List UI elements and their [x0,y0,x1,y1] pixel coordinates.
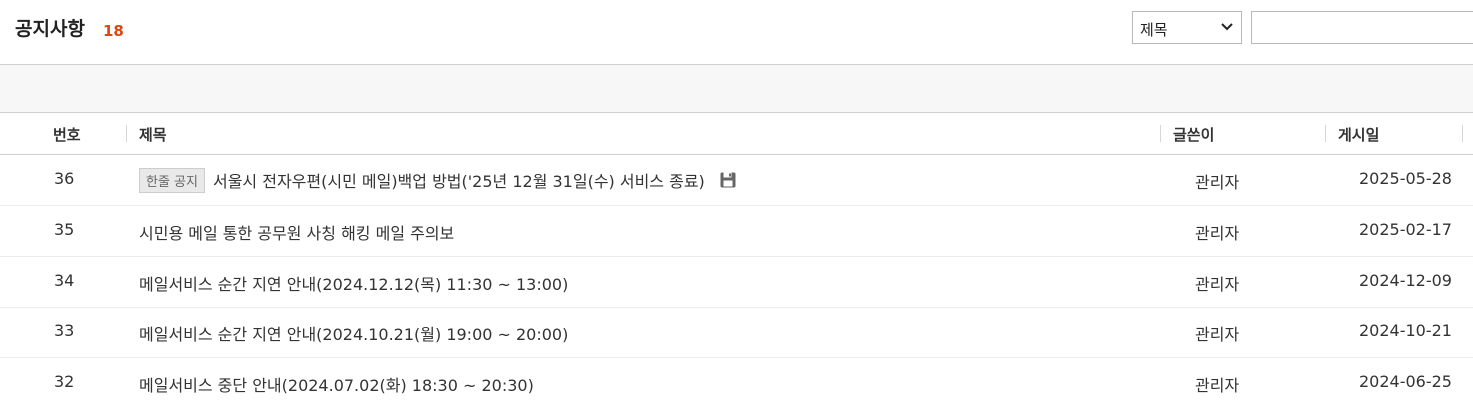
floppy-disk-icon[interactable] [719,171,737,189]
post-subject-text[interactable]: 서울시 전자우편(시민 메일)백업 방법('25년 12월 31일(수) 서비스… [213,172,705,191]
post-subject[interactable]: 메일서비스 순간 지연 안내(2024.12.12(목) 11:30 ~ 13:… [139,271,568,295]
board-header: 공지사항 18 제목 [0,0,1473,65]
post-date: 2024-06-25 [1359,372,1452,391]
column-header-author: 글쓴이 [1173,126,1215,144]
post-date: 2024-12-09 [1359,271,1452,290]
column-header-subject: 제목 [139,126,167,144]
table-header: 번호 제목 글쓴이 게시일 [0,113,1473,155]
post-number: 36 [54,169,75,188]
column-header-date: 게시일 [1338,126,1380,144]
post-subject[interactable]: 한줄 공지 서울시 전자우편(시민 메일)백업 방법('25년 12월 31일(수… [139,168,737,193]
board-toolbar [0,65,1473,113]
column-divider [126,125,127,142]
table-row[interactable]: 33 메일서비스 순간 지연 안내(2024.10.21(월) 19:00 ~ … [0,307,1473,358]
table-row[interactable]: 36 한줄 공지 서울시 전자우편(시민 메일)백업 방법('25년 12월 31… [0,155,1473,206]
post-number: 34 [54,271,75,290]
table-row[interactable]: 34 메일서비스 순간 지연 안내(2024.12.12(목) 11:30 ~ … [0,257,1473,308]
post-author: 관리자 [1195,275,1240,294]
post-author: 관리자 [1195,173,1240,192]
column-divider [1462,125,1463,142]
post-count: 18 [103,22,124,40]
post-date: 2025-05-28 [1359,169,1452,188]
page-title: 공지사항 [15,18,85,40]
search-input[interactable] [1251,11,1473,44]
post-author: 관리자 [1195,325,1240,344]
column-header-number: 번호 [53,126,81,144]
post-author: 관리자 [1195,376,1240,395]
post-number: 33 [54,321,75,340]
post-subject[interactable]: 메일서비스 중단 안내(2024.07.02(화) 18:30 ~ 20:30) [139,372,534,396]
search-field-select[interactable]: 제목 [1132,11,1242,44]
table-row[interactable]: 32 메일서비스 중단 안내(2024.07.02(화) 18:30 ~ 20:… [0,358,1473,408]
post-number: 32 [54,372,75,391]
table-row[interactable]: 35 시민용 메일 통한 공무원 사칭 해킹 메일 주의보 관리자 2025-0… [0,206,1473,257]
post-subject[interactable]: 메일서비스 순간 지연 안내(2024.10.21(월) 19:00 ~ 20:… [139,321,568,345]
post-date: 2024-10-21 [1359,321,1452,340]
post-subject[interactable]: 시민용 메일 통한 공무원 사칭 해킹 메일 주의보 [139,220,454,244]
search-field-value: 제목 [1140,21,1168,39]
post-author: 관리자 [1195,224,1240,243]
chevron-down-icon [1221,23,1233,31]
column-divider [1160,125,1161,142]
notice-badge: 한줄 공지 [139,168,205,193]
column-divider [1325,125,1326,142]
post-date: 2025-02-17 [1359,220,1452,239]
post-number: 35 [54,220,75,239]
